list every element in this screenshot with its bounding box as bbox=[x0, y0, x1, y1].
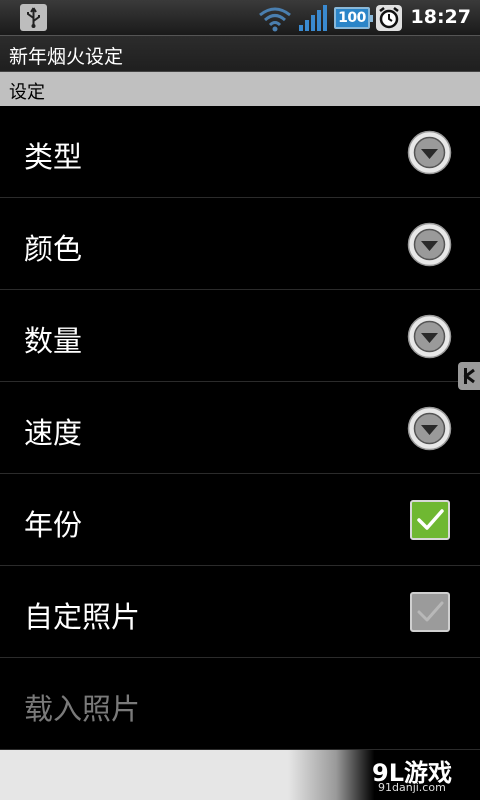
pref-quantity[interactable]: 数量 bbox=[0, 290, 480, 382]
pref-load-photo: 载入照片 bbox=[0, 658, 480, 750]
section-header: 设定 bbox=[0, 72, 480, 106]
pref-label: 速度 bbox=[24, 416, 83, 450]
pref-label: 类型 bbox=[24, 140, 83, 174]
pref-color[interactable]: 颜色 bbox=[0, 198, 480, 290]
dropdown-icon[interactable] bbox=[407, 130, 452, 175]
pref-label: 载入照片 bbox=[24, 692, 141, 726]
alarm-icon bbox=[376, 5, 402, 31]
watermark-sub: 91danji.com bbox=[378, 781, 446, 794]
dropdown-icon[interactable] bbox=[407, 222, 452, 267]
status-bar: 100 18:27 bbox=[0, 0, 480, 36]
pref-speed[interactable]: 速度 bbox=[0, 382, 480, 474]
signal-icon bbox=[298, 5, 328, 31]
section-label: 设定 bbox=[9, 82, 45, 103]
pref-custom-photo[interactable]: 自定照片 bbox=[0, 566, 480, 658]
year-checkbox[interactable] bbox=[410, 500, 450, 540]
wifi-icon bbox=[258, 6, 292, 32]
dropdown-icon[interactable] bbox=[407, 314, 452, 359]
title-bar: 新年烟火设定 bbox=[0, 36, 480, 72]
pref-label: 年份 bbox=[24, 508, 83, 542]
arrow-left-icon bbox=[463, 368, 475, 384]
page-title: 新年烟火设定 bbox=[9, 46, 124, 68]
pref-label: 颜色 bbox=[24, 232, 83, 266]
preference-list: 类型 颜色 数量 速度 年份 自定照片 载入照片 bbox=[0, 106, 480, 750]
battery-icon: 100 bbox=[334, 7, 373, 29]
side-drawer-handle[interactable] bbox=[458, 362, 480, 390]
clock: 18:27 bbox=[410, 6, 471, 28]
battery-level: 100 bbox=[338, 10, 366, 26]
checkmark-icon bbox=[417, 509, 444, 530]
custom-photo-checkbox[interactable] bbox=[410, 592, 450, 632]
pref-label: 数量 bbox=[24, 324, 83, 358]
usb-icon bbox=[20, 4, 47, 31]
pref-year[interactable]: 年份 bbox=[0, 474, 480, 566]
pref-type[interactable]: 类型 bbox=[0, 106, 480, 198]
dropdown-icon[interactable] bbox=[407, 406, 452, 451]
checkmark-icon bbox=[417, 601, 444, 622]
pref-label: 自定照片 bbox=[24, 600, 141, 634]
watermark-logo: 9L游戏 91danji.com bbox=[372, 753, 472, 797]
